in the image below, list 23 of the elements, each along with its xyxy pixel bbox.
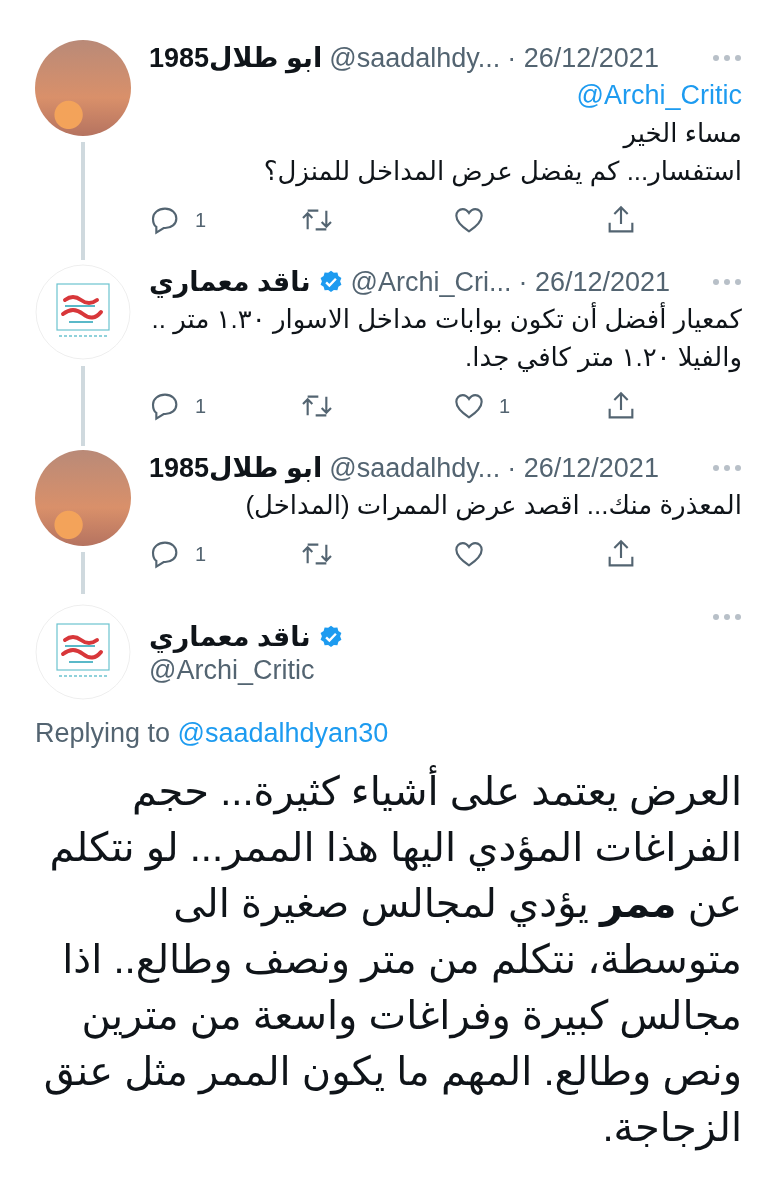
action-count: 1 — [499, 394, 511, 418]
user-handle[interactable]: @saadalhdy... — [329, 40, 501, 76]
tweet-date[interactable]: · 26/12/2021 — [518, 264, 671, 300]
display-name[interactable]: ابو طلال1985 — [149, 450, 323, 486]
replying-label: Replying to — [35, 718, 171, 748]
tweet-date[interactable]: · 26/12/2021 — [507, 40, 659, 76]
action-count: 1 — [195, 394, 207, 418]
tweet-text: المعذرة منك... اقصد عرض الممرات (المداخل) — [244, 489, 742, 523]
action-count: 1 — [195, 208, 207, 232]
action-count: 1 — [195, 542, 207, 566]
logo-avatar-icon[interactable] — [35, 264, 131, 360]
user-handle[interactable]: @Archi_Cri... — [350, 264, 512, 300]
logo-avatar-icon[interactable] — [35, 604, 131, 700]
tweet-text: مساء الخير — [621, 117, 742, 151]
tweet-text: كمعيار أفضل أن تكون بوابات مداخل الاسوار ١.٣٠ متر .. والفيلا ١.٢٠ متر كافي جدا. — [150, 301, 742, 375]
user-handle[interactable]: @Archi_Critic — [149, 654, 344, 686]
tweet-text: العرض يعتمد على أشياء كثيرة... حجم الفراغات المؤدي اليها هذا الممر... لو نتكلم عن ممر يؤدي لمجالس صغيرة الى متوسطة، نتكلم من متر ونصف وطالع.. اذا مجالس كبيرة وفراغات واسعة من مترين ونص وطالع. المهم ما يكون الممر مثل عنق الزجاجة. — [35, 763, 742, 1155]
display-name[interactable]: ناقد معماري — [149, 618, 311, 655]
display-name[interactable]: ابو طلال1985 — [149, 40, 323, 76]
tweet-date[interactable]: · 26/12/2021 — [507, 450, 659, 486]
user-handle[interactable]: @saadalhdy... — [329, 450, 501, 486]
display-name[interactable]: ناقد معماري — [149, 264, 311, 300]
tweet-text: استفسار... كم يفضل عرض المداخل للمنزل؟ — [262, 155, 742, 189]
